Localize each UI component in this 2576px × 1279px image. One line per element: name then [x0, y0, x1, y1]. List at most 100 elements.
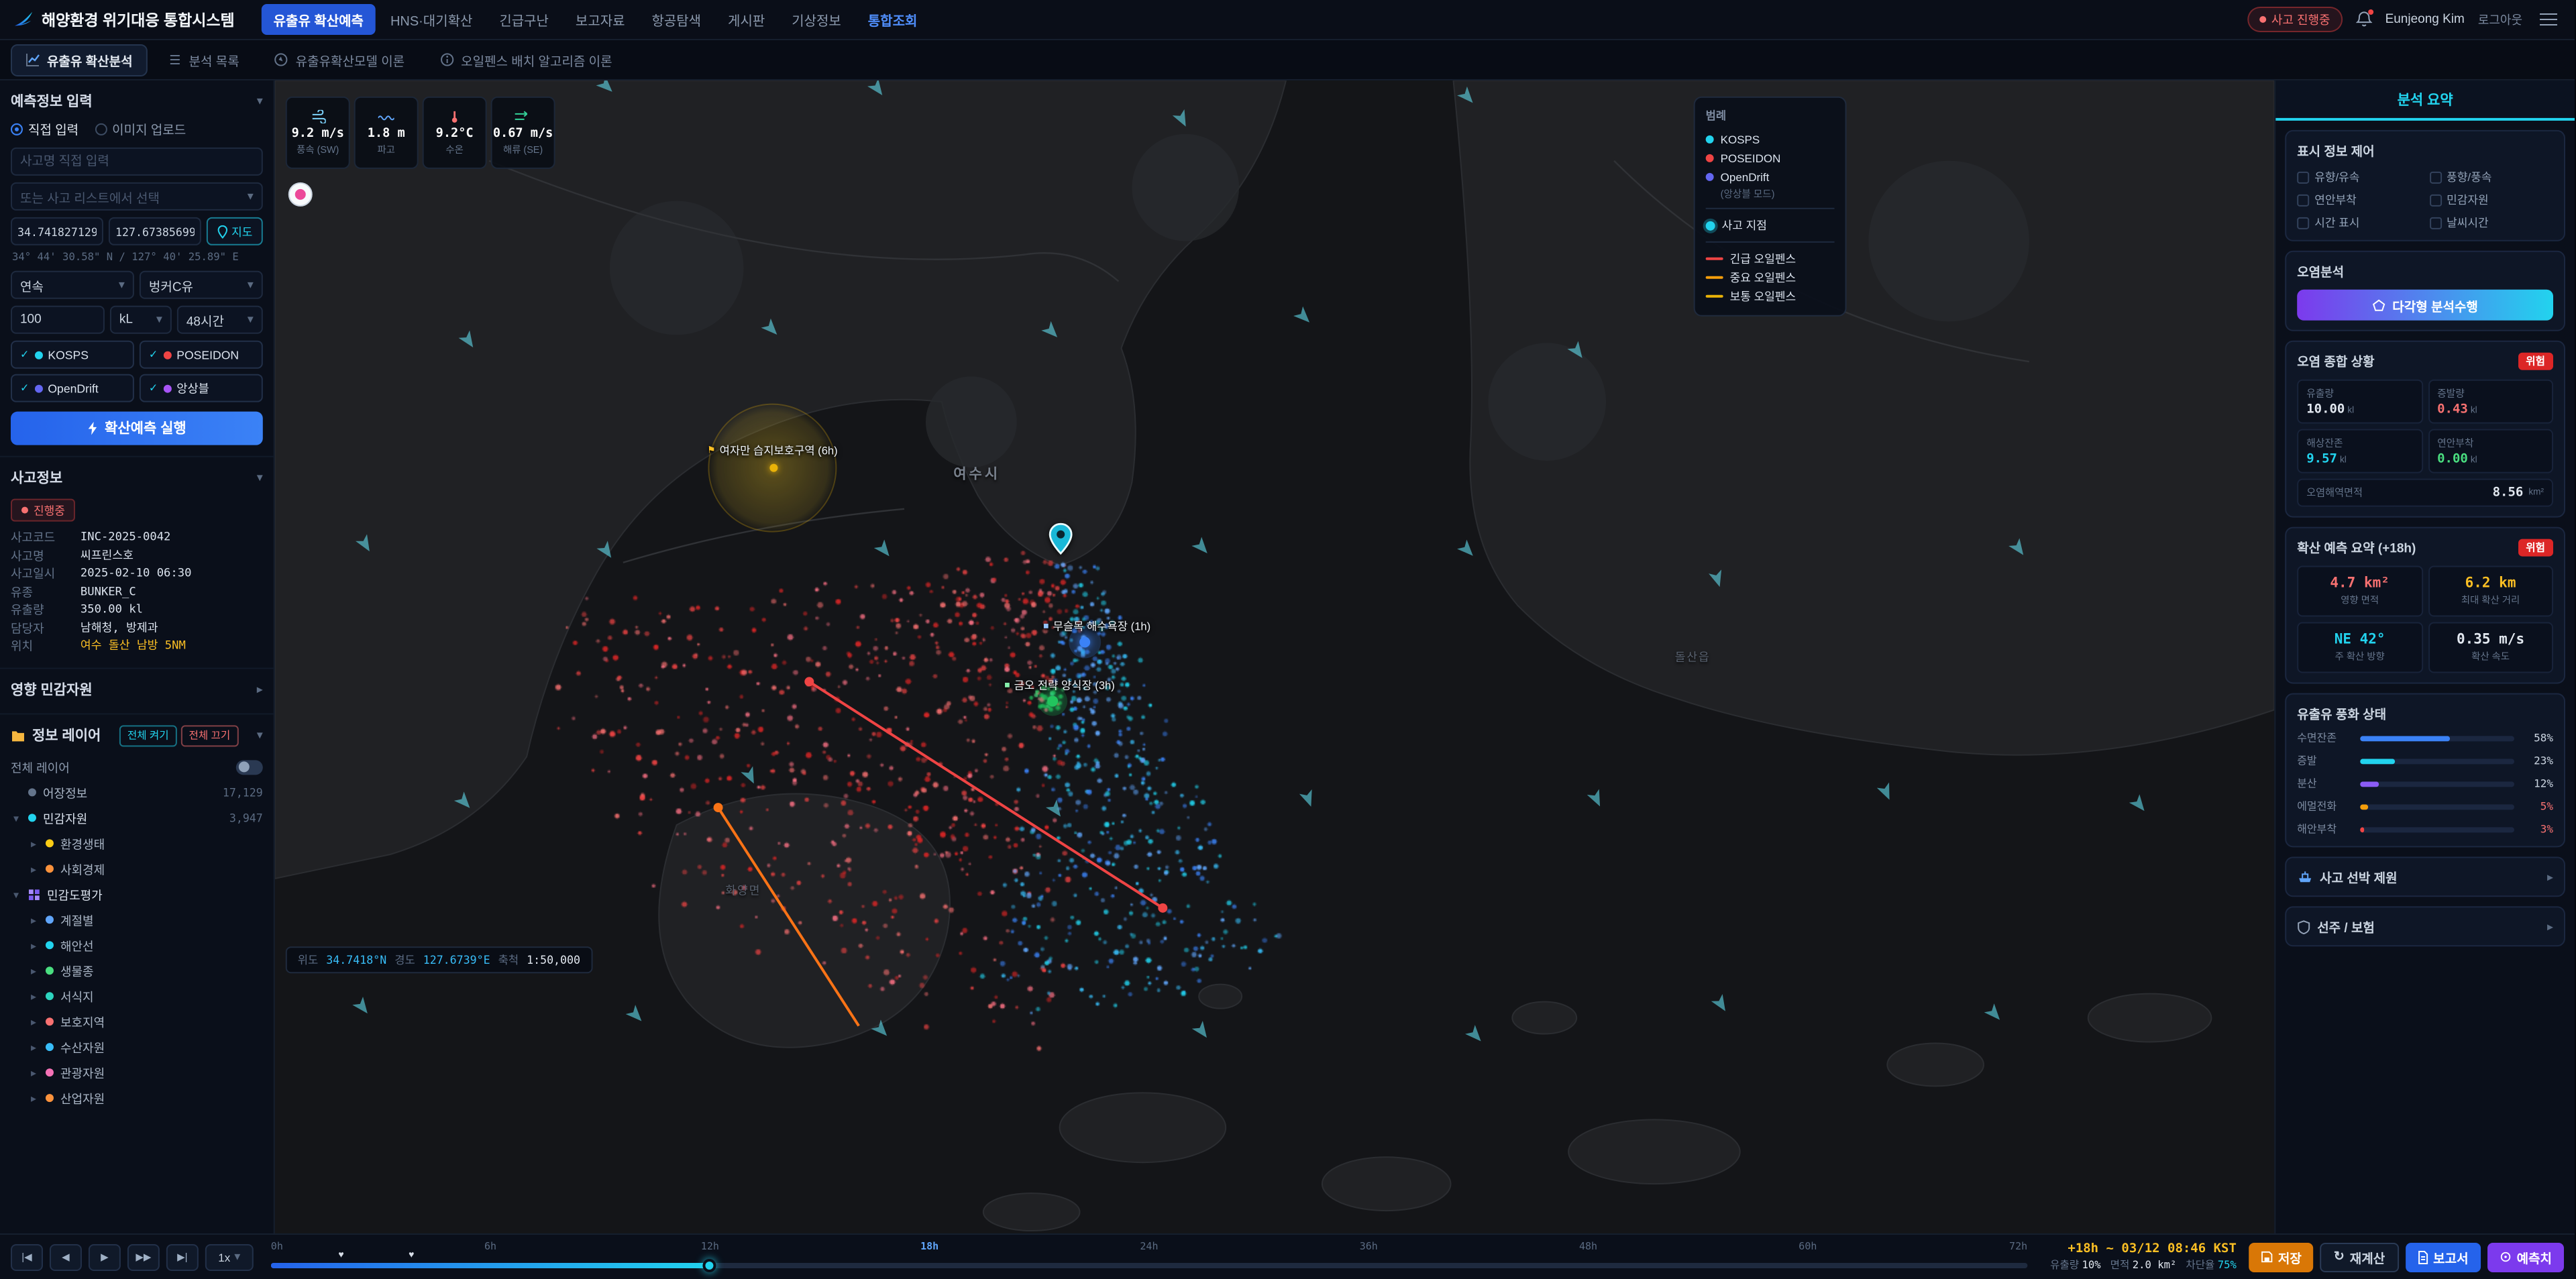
owner-insurance-card[interactable]: 선주 / 보험 ▸ — [2285, 906, 2565, 946]
amount-input[interactable] — [11, 306, 105, 334]
incident-info-header[interactable]: 사고정보 ▾ — [11, 465, 263, 496]
layer-section-header[interactable]: 정보 레이어 전체 켜기 전체 끄기 ▾ — [11, 722, 263, 754]
tab-analysis-summary[interactable]: 분석 요약 — [2275, 80, 2575, 121]
map-pick-button[interactable]: 지도 — [207, 217, 263, 245]
menu-spill-prediction[interactable]: 유출유 확산예측 — [262, 4, 376, 35]
timeline-stats: 유출량 10% 면적 2.0 km² 차단율 75% — [2050, 1257, 2237, 1273]
model-poseidon-toggle[interactable]: ✓POSEIDON — [140, 341, 263, 369]
legend-dot-icon — [1706, 135, 1714, 144]
radio-image-upload[interactable]: 이미지 업로드 — [95, 119, 186, 138]
layer-group-sensitivity[interactable]: ▾ 민감도평가 — [11, 881, 263, 907]
accident-name-input[interactable] — [11, 148, 263, 176]
accident-list-select[interactable]: 또는 사고 리스트에서 선택 ▾ — [11, 182, 263, 211]
layer-group-sensitive[interactable]: ▾ 민감자원 3,947 — [11, 805, 263, 830]
layer-row-industry[interactable]: ▸산업자원 — [11, 1085, 263, 1111]
tab-model-theory[interactable]: 유출유확산모델 이론 — [260, 44, 419, 76]
logout-button[interactable]: 로그아웃 — [2478, 11, 2522, 28]
recalculate-button[interactable]: ↻ 재계산 — [2320, 1242, 2398, 1272]
prediction-button[interactable]: 예측치 — [2487, 1242, 2564, 1272]
radio-direct-input[interactable]: 직접 입력 — [11, 119, 78, 138]
checkbox-wind[interactable]: ✓풍향/풍속 — [2429, 169, 2553, 185]
tab-label: 유출유 확산분석 — [47, 50, 133, 69]
model-opendrift-toggle[interactable]: ✓OpenDrift — [11, 374, 134, 402]
incident-pin-icon[interactable] — [1049, 523, 1073, 555]
tab-oilfence-theory[interactable]: 오일펜스 배치 알고리즘 이론 — [425, 44, 627, 76]
checkbox-time[interactable]: ✓시간 표시 — [2297, 215, 2421, 231]
duration-select[interactable]: 48시간▾ — [177, 306, 263, 334]
map-tool-button[interactable] — [288, 182, 313, 207]
run-prediction-button[interactable]: 확산예측 실행 — [11, 412, 263, 445]
tab-diffusion-analysis[interactable]: 유출유 확산분석 — [11, 44, 148, 76]
menu-rescue[interactable]: 긴급구난 — [487, 4, 561, 35]
ship-icon — [2297, 870, 2313, 883]
skip-start-button[interactable]: |◀ — [11, 1243, 43, 1270]
input-mode-radios: 직접 입력 이미지 업로드 — [11, 119, 263, 138]
playback-speed-select[interactable]: 1x▾ — [205, 1243, 254, 1270]
button-label: 다각형 분석수행 — [2392, 296, 2478, 315]
unit-select[interactable]: kL▾ — [110, 306, 172, 334]
legend-label: POSEIDON — [1721, 152, 1781, 165]
notification-bell-icon[interactable] — [2356, 11, 2372, 28]
weathering-pct: 23% — [2521, 755, 2553, 767]
layers-all-on-button[interactable]: 전체 켜기 — [119, 724, 177, 746]
layer-row-environment[interactable]: ▸ 환경생태 — [11, 830, 263, 856]
latitude-input[interactable] — [11, 217, 103, 245]
map-canvas[interactable]: ⚑ 여자만 습지보호구역 (6h) 여수시 화양면 돌산읍 ■ 무슬목 해수욕장… — [275, 80, 2274, 1233]
layer-row-socioeconomic[interactable]: ▸ 사회경제 — [11, 856, 263, 881]
stat-label: 영향 면적 — [2304, 594, 2416, 608]
menu-integrated-search[interactable]: 통합조회 — [856, 4, 930, 35]
timeline-event-marker[interactable]: ♥ — [338, 1251, 343, 1260]
play-button[interactable]: ▶ — [89, 1243, 121, 1270]
checkbox-weather-time[interactable]: ✓날씨시간 — [2429, 215, 2553, 231]
wind-arrow-icon — [598, 541, 618, 562]
polygon-analysis-button[interactable]: 다각형 분석수행 — [2297, 290, 2553, 321]
vessel-spec-card[interactable]: 사고 선박 제원 ▸ — [2285, 856, 2565, 897]
longitude-input[interactable] — [109, 217, 201, 245]
sensitive-resources-header[interactable]: 영향 민감자원 ▸ — [11, 676, 263, 702]
oil-type-select[interactable]: 벙커C유▾ — [140, 271, 263, 299]
weather-value: 1.8 m — [368, 125, 405, 140]
navbar-right: 사고 진행중 Eunjeong Kim 로그아웃 — [2247, 7, 2561, 32]
spill-type-select[interactable]: 연속▾ — [11, 271, 134, 299]
polygon-icon — [2372, 298, 2385, 312]
layer-row-coastline[interactable]: ▸해안선 — [11, 932, 263, 958]
master-layer-toggle[interactable] — [236, 759, 263, 774]
layer-row-species[interactable]: ▸생물종 — [11, 958, 263, 983]
wind-arrow-icon — [1042, 322, 1063, 343]
prediction-input-header[interactable]: 예측정보 입력 ▾ — [11, 89, 263, 119]
tab-analysis-list[interactable]: 분석 목록 — [153, 44, 254, 76]
timeline-event-marker[interactable]: ♥ — [409, 1251, 414, 1260]
hamburger-menu-icon[interactable] — [2536, 9, 2561, 30]
weathering-card: 유출유 풍화 상태 수면잔존58% 증발23% 분산12% 에멀전화5% 해안부… — [2285, 693, 2565, 847]
timeline-track-area[interactable]: 0h 6h 12h 18h 24h 36h 48h 60h 72h ♥ ♥ — [271, 1235, 2027, 1279]
model-kosps-toggle[interactable]: ✓KOSPS — [11, 341, 134, 369]
checkbox-current[interactable]: ✓유향/유속 — [2297, 169, 2421, 185]
checkbox-sensitive[interactable]: ✓민감자원 — [2429, 192, 2553, 208]
layer-row-seasonal[interactable]: ▸계절별 — [11, 907, 263, 932]
model-ensemble-toggle[interactable]: ✓앙상블 — [140, 374, 263, 402]
menu-reports[interactable]: 보고자료 — [564, 4, 637, 35]
menu-aerial-search[interactable]: 항공탐색 — [640, 4, 714, 35]
save-button[interactable]: 저장 — [2249, 1242, 2314, 1272]
wind-arrow-icon — [869, 80, 889, 100]
timeline-handle[interactable] — [703, 1259, 716, 1272]
checkbox-shoreline[interactable]: ✓연안부착 — [2297, 192, 2421, 208]
layer-row-fishery-resource[interactable]: ▸수산자원 — [11, 1034, 263, 1060]
menu-hns[interactable]: HNS·대기확산 — [378, 4, 484, 35]
skip-end-button[interactable]: ▶| — [166, 1243, 199, 1270]
fast-forward-button[interactable]: ▶▶ — [127, 1243, 160, 1270]
lat-value: 34.7418°N — [326, 953, 386, 966]
report-button[interactable]: 보고서 — [2405, 1242, 2480, 1272]
wind-arrow-icon — [741, 768, 761, 788]
layers-all-off-button[interactable]: 전체 끄기 — [181, 724, 239, 746]
menu-board[interactable]: 게시판 — [716, 4, 777, 35]
checkbox-icon: ✓ — [2297, 194, 2309, 206]
layer-row-fishery[interactable]: 어장정보 17,129 — [11, 779, 263, 805]
step-back-button[interactable]: ◀ — [50, 1243, 82, 1270]
timeline-slider[interactable] — [271, 1263, 2027, 1268]
layer-row-habitat[interactable]: ▸서식지 — [11, 983, 263, 1009]
menu-weather[interactable]: 기상정보 — [780, 4, 853, 35]
layer-row-tourism[interactable]: ▸관광자원 — [11, 1060, 263, 1085]
layer-row-protected-area[interactable]: ▸보호지역 — [11, 1009, 263, 1034]
wing-logo-icon — [13, 9, 34, 30]
